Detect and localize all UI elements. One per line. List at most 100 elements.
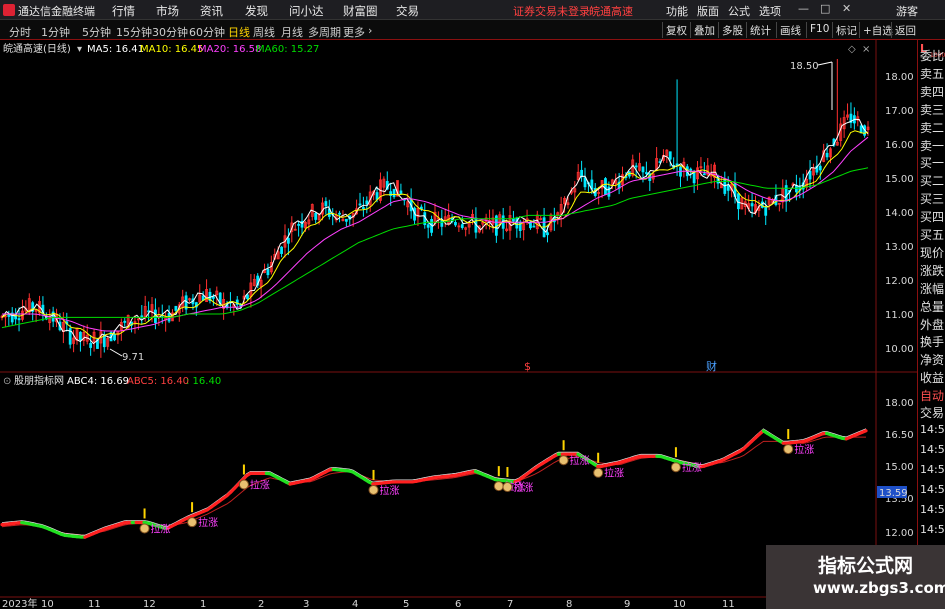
candle-body — [140, 315, 144, 318]
ma5-legend: MA5: 16.41 — [87, 44, 144, 55]
signal-label: 拉涨 — [682, 461, 702, 474]
quote-field-label: 委比 — [920, 49, 945, 63]
money-bag-icon[interactable] — [670, 462, 681, 473]
candle-body — [737, 193, 740, 210]
signal-bar — [562, 440, 565, 451]
ma-line-ma10 — [1, 130, 869, 340]
quote-field-label: 总量 — [920, 299, 945, 314]
abc5-legend: ABC5: 16.40 — [127, 376, 189, 387]
candle-body — [689, 168, 693, 171]
candle-body — [338, 212, 341, 215]
candle-body — [266, 268, 270, 276]
finance-marker[interactable]: 财 — [706, 359, 717, 373]
money-bag-icon[interactable] — [558, 455, 569, 466]
signal-label: 拉涨 — [380, 484, 400, 497]
candle-body — [604, 178, 607, 195]
signal-bar — [787, 429, 790, 440]
date-tick: 11 — [88, 599, 101, 609]
money-bag-icon[interactable] — [368, 484, 379, 495]
candle-body — [154, 309, 157, 324]
date-tick: 3 — [303, 599, 309, 609]
candle-body — [692, 172, 696, 184]
candle-body — [324, 201, 328, 207]
candle-body — [399, 190, 403, 194]
ma60-legend: MA60: 15.27 — [256, 44, 319, 55]
signal-bar — [143, 508, 146, 519]
price-tick: 10.00 — [885, 344, 914, 355]
date-tick: 1 — [200, 599, 206, 609]
sub-tick: 15.00 — [885, 462, 914, 473]
trade-time: 14:56 — [920, 463, 945, 476]
trade-time: 14:56 — [920, 423, 945, 436]
indicator-name: 股朋指标网 — [14, 374, 64, 387]
quote-field-label: 买三 — [920, 192, 945, 207]
sub-tick: 12.00 — [885, 528, 914, 539]
dividend-marker[interactable]: $ — [524, 360, 531, 373]
price-tick: 18.00 — [885, 72, 914, 83]
trade-time: 14:56 — [920, 523, 945, 536]
date-tick: 4 — [352, 599, 358, 609]
price-tick: 12.00 — [885, 276, 914, 287]
candle-body — [358, 203, 362, 206]
candle-body — [79, 331, 82, 341]
candlesticks — [0, 59, 870, 358]
quote-field-label: 外盘 — [920, 317, 945, 332]
quote-field-label: 现价 — [920, 245, 945, 260]
signal-markers: 拉涨拉涨拉涨 拉涨 拉涨拉涨拉涨拉涨拉涨拉涨 — [139, 429, 814, 535]
candle-body — [280, 246, 283, 254]
money-bag-icon[interactable] — [593, 467, 604, 478]
legend-expand-icon[interactable]: ▾ — [77, 44, 82, 55]
close-panel-icon[interactable]: × — [862, 44, 870, 55]
quote-field-label: 买二 — [920, 174, 945, 189]
candle-body — [113, 334, 116, 341]
price-axis: 18.00 17.00 16.00 15.00 14.00 13.00 12.0… — [885, 72, 914, 355]
date-tick: 11 — [722, 599, 735, 609]
sub-expand-icon[interactable]: ⊙ — [3, 376, 11, 387]
date-tick: 12 — [143, 599, 156, 609]
date-axis: 2023年 10 11 12 1 2 3 4 5 6 7 8 9 10 11 — [2, 597, 735, 609]
signal-label: 拉涨 — [250, 479, 270, 492]
money-bag-icon[interactable] — [238, 479, 249, 490]
candle-body — [580, 169, 584, 178]
money-bag-icon[interactable] — [502, 482, 513, 493]
candle-body — [286, 237, 290, 244]
diamond-icon[interactable]: ◇ — [848, 44, 856, 55]
trade-time: 14:56 — [920, 483, 945, 496]
sub-axis: 18.00 16.50 15.00 13.50 12.00 — [885, 398, 914, 539]
candle-body — [532, 225, 536, 228]
signal-bar — [242, 464, 245, 475]
quote-field-label: 卖五 — [920, 66, 945, 81]
candle-body — [297, 223, 301, 226]
price-tick: 17.00 — [885, 106, 914, 117]
money-bag-icon[interactable] — [139, 523, 150, 534]
low-marker-arrow — [109, 348, 123, 357]
signal-bar — [372, 469, 375, 480]
auto-trade-label[interactable]: 自动 — [920, 387, 945, 404]
money-bag-icon[interactable] — [187, 517, 198, 528]
candle-body — [314, 212, 318, 220]
abc4-thin-line — [1, 428, 867, 536]
candle-body — [512, 218, 515, 222]
watermark-title: 指标公式网 — [818, 555, 914, 577]
trade-label[interactable]: 交易 — [920, 404, 945, 421]
candle-body — [454, 222, 457, 226]
ma-line-ma20 — [2, 136, 869, 332]
date-tick: 5 — [403, 599, 409, 609]
candle-body — [362, 207, 365, 209]
quote-field-label: 卖三 — [920, 102, 945, 117]
signal-label: 拉涨 — [570, 454, 590, 467]
date-tick: 6 — [455, 599, 461, 609]
money-bag-icon[interactable] — [783, 444, 794, 455]
ma20-legend: MA20: 16.58 — [198, 44, 261, 55]
signal-bar — [506, 467, 509, 478]
quote-field-label: 卖一 — [920, 138, 945, 153]
high-marker-arrow — [817, 61, 833, 66]
signal-bar — [674, 447, 677, 458]
ma-line-ma5 — [1, 118, 869, 345]
candle-body — [246, 294, 249, 300]
kline-chart[interactable]: 皖通高速(日线) ▾ MA5: 16.41 MA10: 16.45 MA20: … — [0, 0, 945, 609]
candle-body — [634, 165, 638, 168]
date-tick: 2023年 — [2, 597, 37, 609]
signal-label: 拉涨 — [198, 516, 218, 529]
money-bag-icon[interactable] — [493, 481, 504, 492]
